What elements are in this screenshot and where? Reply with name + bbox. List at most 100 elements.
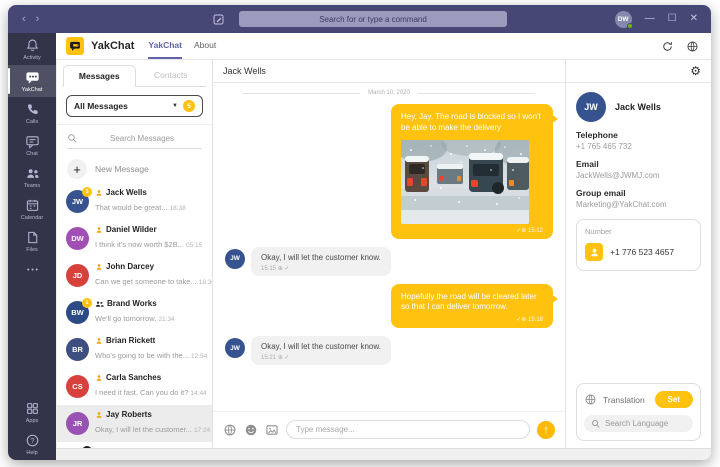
user-avatar[interactable]: DW	[614, 10, 633, 29]
conversation-list-item[interactable]: CS Carla Sanches I need it fast. Can you…	[57, 368, 212, 405]
contact-field-email: Email JackWells@JWMJ.com	[576, 159, 660, 180]
app-header: YakChat YakChat About	[56, 33, 711, 60]
incoming-message-bubble: Okay, I will let the customer know. 15:2…	[251, 336, 391, 366]
sidebar-item-teams[interactable]: Teams	[8, 161, 56, 193]
conversation-time: 17:24	[193, 427, 211, 434]
person-icon	[585, 243, 603, 261]
person-icon	[96, 226, 102, 233]
message-row-incoming: JW Okay, I will let the customer know. 1…	[225, 246, 553, 276]
messages-panel: Messages Contacts All Messages ▼ 5 Searc…	[56, 60, 213, 448]
send-button[interactable]: ↑	[537, 420, 555, 439]
tab-messages[interactable]: Messages	[63, 65, 136, 87]
conversation-name: Brian Rickett	[106, 336, 156, 345]
teams-window: ‹ › DW — ☐ ✕ Activity YakChat	[8, 5, 711, 460]
avatar: DW	[66, 227, 89, 250]
globe-icon[interactable]	[686, 40, 699, 53]
set-translation-button[interactable]: Set	[654, 391, 693, 408]
avatar: JR	[66, 412, 89, 435]
window-footer	[56, 448, 711, 460]
message-time: 15:18	[527, 317, 543, 324]
file-icon	[27, 231, 37, 244]
contact-avatar: JW	[576, 92, 606, 122]
yakchat-logo	[66, 37, 84, 55]
conversation-name: Jay Roberts	[106, 410, 152, 419]
conversation-list-item[interactable]: BW 1 Brand Works We'll go tomorrow. 21:34	[57, 294, 212, 331]
avatar: BR	[66, 338, 89, 361]
sidebar-item-apps[interactable]: Apps	[8, 396, 56, 428]
message-time: 15:12	[527, 227, 543, 234]
sidebar-item-help[interactable]: ? Help	[8, 428, 56, 460]
unread-badge: 1	[82, 446, 92, 448]
message-input[interactable]	[286, 420, 530, 439]
sidebar-item-label: Calendar	[20, 215, 44, 221]
conversation-time: 05:15	[185, 242, 203, 249]
conversation-time: 18:38	[169, 205, 186, 212]
maximize-button[interactable]: ☐	[668, 14, 677, 24]
sidebar-item-label: Chat	[26, 151, 38, 157]
titlebar: ‹ › DW — ☐ ✕	[8, 5, 711, 33]
conversation-preview: I think it's now worth $2B... 05:15	[95, 240, 203, 249]
sidebar-item-calendar[interactable]: Calendar	[8, 193, 56, 225]
sidebar-item-label: YakChat	[21, 87, 43, 93]
refresh-icon[interactable]	[661, 40, 674, 53]
sidebar-item-files[interactable]: Files	[8, 225, 56, 257]
sidebar-item-chat[interactable]: Chat	[8, 129, 56, 161]
message-filter-dropdown[interactable]: All Messages ▼ 5	[66, 95, 203, 117]
conversation-preview: I need it fast. Can you do it? 14:44	[95, 388, 207, 397]
conversation-preview: Who's going to be with the... 12:54	[95, 351, 208, 360]
message-text: Okay, I will let the customer know.	[261, 252, 381, 262]
person-icon	[96, 411, 102, 418]
contact-profile: JW Jack Wells	[576, 92, 701, 122]
avatar: CS	[66, 375, 89, 398]
outgoing-message-bubble: Hey, Jay. The road is blocked so I won't…	[391, 104, 558, 239]
unread-badge: 1	[82, 298, 92, 308]
new-message-button[interactable]: + New Message	[67, 159, 202, 179]
search-messages-field	[67, 133, 202, 149]
attach-image-icon[interactable]	[265, 423, 279, 437]
command-search-input[interactable]	[239, 11, 507, 27]
translate-globe-icon[interactable]	[223, 423, 237, 437]
gear-icon[interactable]: ⚙	[690, 65, 701, 77]
conversation-name: Jack Wells	[106, 188, 147, 197]
message-row-outgoing: Hopefully the road will be cleared later…	[225, 283, 558, 329]
compose-icon[interactable]	[212, 13, 225, 26]
sidebar-item-calls[interactable]: Calls	[8, 97, 56, 129]
language-search-input[interactable]	[605, 419, 686, 428]
conversation-time: 14:44	[190, 390, 207, 397]
conversation-list-item[interactable]: BR Brian Rickett Who's going to be with …	[57, 331, 212, 368]
conversation-list-item[interactable]: JW 3 Jack Wells That would be great... 18…	[57, 183, 212, 220]
help-icon: ?	[26, 434, 38, 447]
nav-back-button[interactable]: ‹	[22, 13, 26, 25]
conversation-time: 12:54	[190, 353, 208, 360]
sidebar-item-activity[interactable]: Activity	[8, 33, 56, 65]
conversation-list-item[interactable]: DW Daniel Wilder I think it's now worth …	[57, 220, 212, 257]
group-icon	[95, 301, 104, 307]
tab-yakchat[interactable]: YakChat	[148, 33, 182, 59]
snowy-road-traffic-photo[interactable]	[401, 139, 529, 224]
sidebar-item-more[interactable]	[8, 257, 56, 283]
conversation-time: 21:34	[158, 316, 175, 323]
chat-panel: Jack Wells March 10, 2020 Hey, Jay. The …	[213, 60, 566, 448]
online-status-dot	[626, 22, 633, 29]
app-rail: Activity YakChat Calls Chat Teams Calend…	[8, 33, 56, 460]
close-button[interactable]: ✕	[690, 14, 698, 24]
translate-globe-icon: ⊕	[521, 227, 528, 234]
tab-about[interactable]: About	[194, 33, 216, 59]
conversation-name: Brand Works	[107, 299, 157, 308]
tab-contacts[interactable]: Contacts	[135, 65, 206, 87]
message-row-outgoing: Hey, Jay. The road is blocked so I won't…	[225, 104, 558, 239]
minimize-button[interactable]: —	[645, 14, 655, 24]
emoji-icon[interactable]	[244, 423, 258, 437]
contact-number-row[interactable]: +1 776 523 4657	[585, 243, 692, 261]
search-messages-input[interactable]	[82, 134, 202, 143]
message-row-incoming: JW Okay, I will let the customer know. 1…	[225, 336, 553, 366]
conversation-list-item[interactable]: JR Jay Roberts Okay, I will let the cust…	[57, 405, 212, 442]
translate-globe-icon: ⊕	[277, 355, 283, 362]
nav-forward-button[interactable]: ›	[36, 13, 40, 25]
sidebar-item-yakchat[interactable]: YakChat	[8, 65, 56, 97]
contact-field-group-email: Group email Marketing@YakChat.com	[576, 188, 667, 209]
conversation-list-item[interactable]: JD John Darcey Can we get someone to tak…	[57, 257, 212, 294]
chat-header: Jack Wells	[213, 60, 565, 83]
sender-avatar: JW	[225, 248, 245, 269]
phone-icon	[27, 104, 38, 115]
